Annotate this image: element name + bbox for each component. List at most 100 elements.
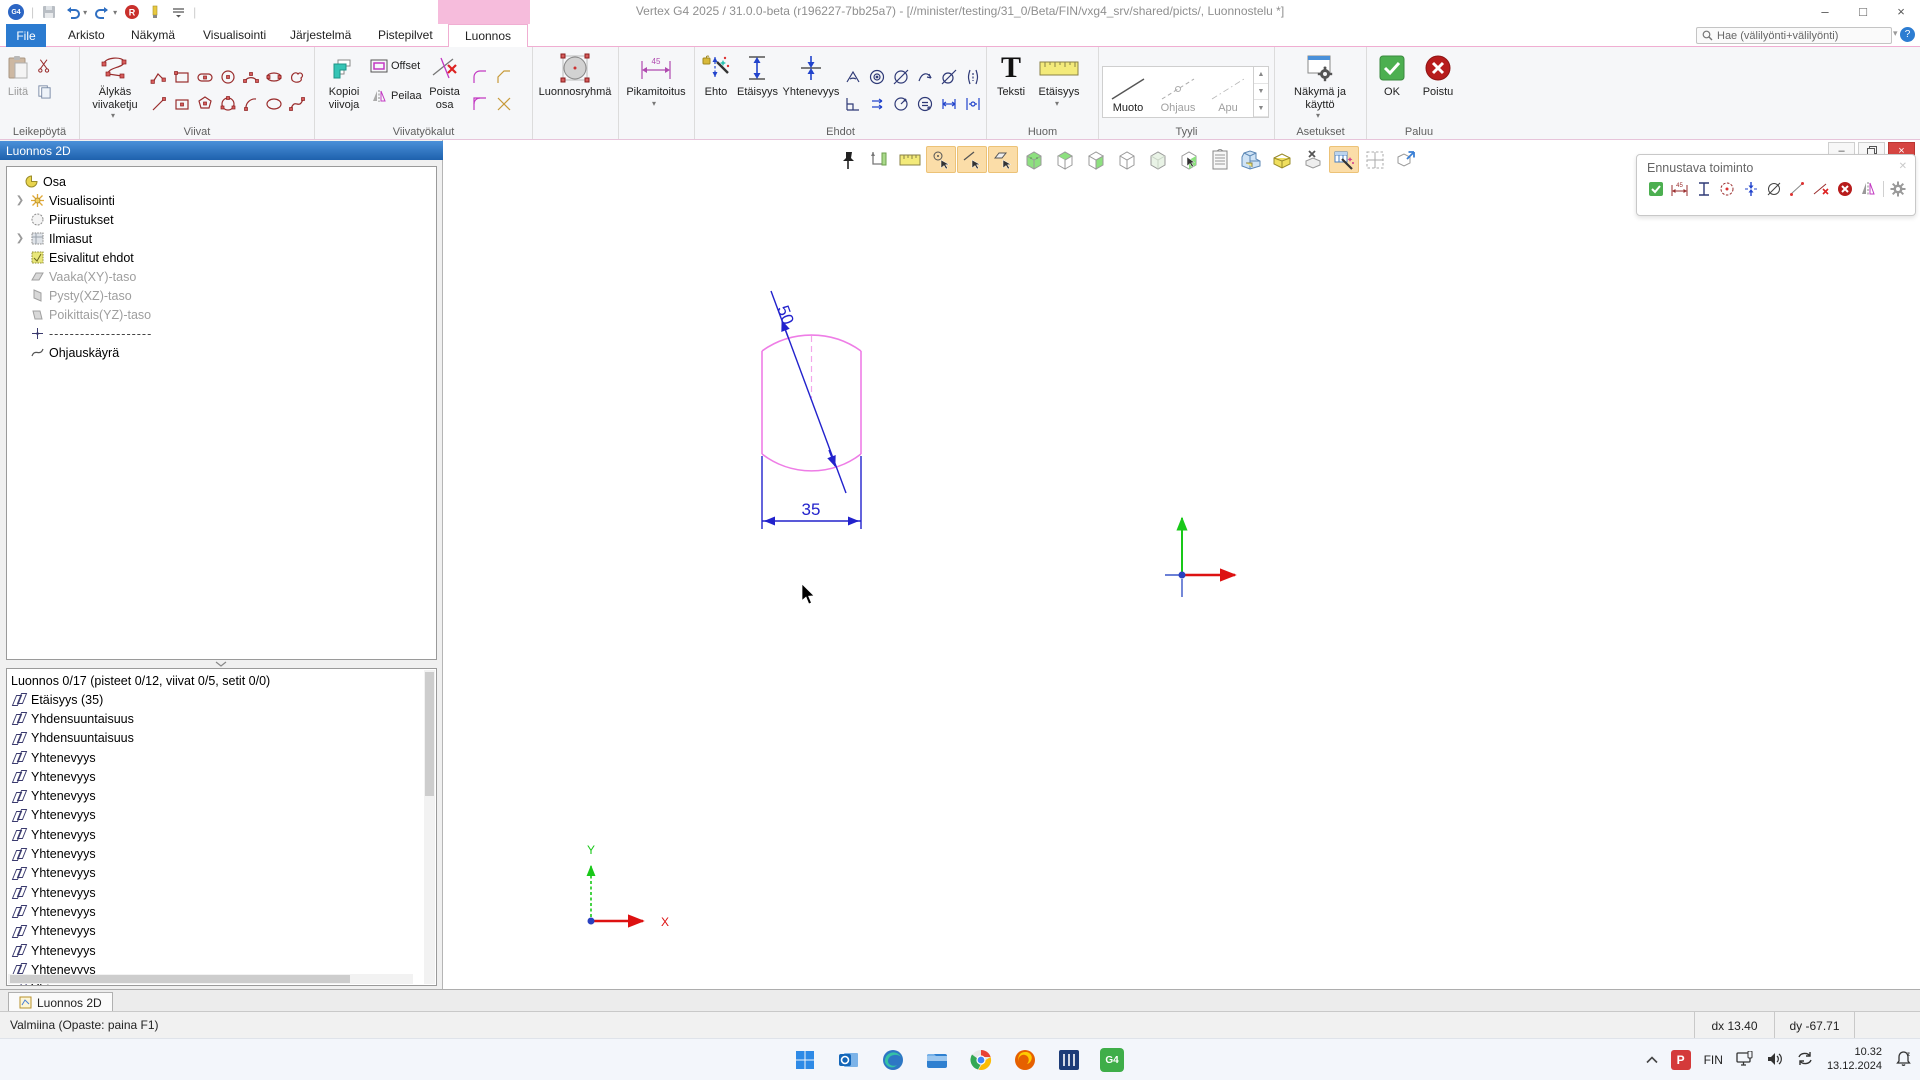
menu-jarjestelma[interactable]: Järjestelmä [290, 28, 351, 42]
view-side-button[interactable] [1081, 146, 1111, 173]
list-item[interactable]: Yhtenevyys [7, 941, 436, 960]
menu-pistepilvet[interactable]: Pistepilvet [378, 28, 433, 42]
corner-fillet-button[interactable] [468, 90, 492, 117]
split-button[interactable] [961, 63, 985, 90]
slot-button[interactable] [193, 63, 216, 90]
gallery-up-icon[interactable]: ▲ [1254, 67, 1268, 84]
maximize-button[interactable]: □ [1844, 0, 1882, 23]
sync-icon[interactable] [1796, 1051, 1814, 1069]
splitter-chevron-icon[interactable] [210, 660, 232, 668]
redo-icon[interactable] [94, 4, 110, 20]
close-button[interactable]: × [1882, 0, 1920, 23]
polygon-button[interactable] [193, 90, 216, 117]
list-scrollbar[interactable] [424, 670, 435, 984]
perpendicular-button[interactable] [841, 90, 865, 117]
horizontal-dim-button[interactable] [937, 90, 961, 117]
angle-dim-button[interactable] [889, 90, 913, 117]
vertical-dim-button[interactable] [1695, 179, 1712, 198]
tab-luonnos[interactable]: Luonnos [448, 24, 528, 47]
mirror-button[interactable]: Peilaa [370, 84, 422, 108]
tree-item-piirustukset[interactable]: Piirustukset [7, 210, 436, 229]
taskbar-explorer-button[interactable] [924, 1047, 950, 1073]
gallery-down-icon[interactable]: ▼ [1254, 84, 1268, 101]
undo-caret-icon[interactable]: ▾ [83, 8, 87, 17]
save-icon[interactable] [41, 4, 57, 20]
rectangle-button[interactable] [170, 63, 193, 90]
snap-center-button[interactable] [926, 146, 956, 173]
pin-button[interactable] [833, 146, 863, 173]
predictive-close-icon[interactable]: ✕ [1899, 161, 1907, 175]
ellipse-button[interactable] [262, 90, 285, 117]
list-item[interactable]: Yhtenevyys [7, 883, 436, 902]
polyline-button[interactable] [147, 63, 170, 90]
list-item[interactable]: Yhtenevyys [7, 864, 436, 883]
tangent-predict-button[interactable] [1765, 179, 1782, 198]
copy-button[interactable] [33, 80, 55, 102]
paste-button[interactable]: Liitä [3, 50, 33, 122]
concentric-predict-button[interactable] [1719, 179, 1736, 198]
tree-item-ilmiasut[interactable]: ❯Ilmiasut [7, 229, 436, 248]
taskbar-ide-button[interactable] [1056, 1047, 1082, 1073]
taskbar-g4-button[interactable]: G4 [1100, 1048, 1124, 1072]
gallery-expand-icon[interactable]: ▼ [1254, 100, 1268, 117]
cut-button[interactable] [33, 54, 55, 76]
trim-predict-button[interactable] [1812, 179, 1830, 198]
menu-visualisointi[interactable]: Visualisointi [203, 28, 266, 42]
snap-line-button[interactable] [957, 146, 987, 173]
language-indicator[interactable]: FIN [1704, 1053, 1723, 1067]
note-distance-button[interactable]: Etäisyys ▾ [1032, 50, 1086, 122]
list-item[interactable]: Yhtenevyys [7, 806, 436, 825]
taskbar-clock[interactable]: 10.32 13.12.2024 [1827, 1046, 1882, 1074]
concentric-button[interactable] [865, 63, 889, 90]
help-icon[interactable]: ? [1900, 27, 1915, 42]
freeform-button[interactable] [285, 63, 308, 90]
style-guide-tile[interactable]: Ohjaus [1153, 67, 1203, 117]
record-macro-icon[interactable]: R [124, 4, 140, 20]
offset-button[interactable]: Offset [370, 54, 422, 78]
condition-button[interactable]: Ehto [698, 50, 734, 122]
customize-toolbar-icon[interactable] [170, 4, 186, 20]
view-front-button[interactable] [1112, 146, 1142, 173]
search-chevron-icon[interactable]: ▾ [1893, 28, 1898, 39]
menu-nakyma[interactable]: Näkymä [131, 28, 175, 42]
sheet-list-button[interactable] [1205, 146, 1235, 173]
view-use-button[interactable]: Näkymä ja käyttö ▾ [1278, 50, 1362, 122]
tray-chevron-icon[interactable] [1646, 1053, 1658, 1067]
arc-center-button[interactable] [239, 90, 262, 117]
tangent-button[interactable] [889, 63, 913, 90]
symmetry-button[interactable] [1742, 179, 1759, 198]
line-predict-button[interactable] [1789, 179, 1806, 198]
quick-dim-button[interactable]: 45 Pikamitoitus ▾ [622, 50, 690, 122]
accept-button[interactable] [1647, 179, 1664, 198]
list-item[interactable]: Yhtenevyys [7, 767, 436, 786]
ok-button[interactable]: OK [1370, 50, 1414, 122]
tree-item-axis[interactable]: -------------------- [7, 324, 436, 343]
list-item[interactable]: Yhtenevyys [7, 922, 436, 941]
tray-p-icon[interactable]: P [1671, 1050, 1691, 1070]
list-item[interactable]: Yhdensuuntaisuus [7, 709, 436, 728]
ruler-button[interactable] [895, 146, 925, 173]
tree-item-vaaka-xy[interactable]: Vaaka(XY)-taso [7, 267, 436, 286]
distance-constraint-button[interactable]: Etäisyys [734, 50, 781, 122]
minimize-button[interactable]: – [1806, 0, 1844, 23]
list-item[interactable]: Yhtenevyys [7, 825, 436, 844]
list-item[interactable]: Yhtenevyys [7, 748, 436, 767]
snap-plane-button[interactable] [988, 146, 1018, 173]
tree-item-pysty-xz[interactable]: Pysty(XZ)-taso [7, 286, 436, 305]
tree-item-osa[interactable]: Osa [7, 172, 436, 191]
hide-constraint-button[interactable] [937, 63, 961, 90]
menu-arkisto[interactable]: Arkisto [68, 28, 105, 42]
mirror-predict-button[interactable] [1859, 179, 1876, 198]
tree-item-ohjauskayra[interactable]: Ohjauskäyrä [7, 343, 436, 362]
expand-chevron-icon[interactable]: ❯ [15, 195, 25, 206]
smart-chain-button[interactable]: Älykäs viivaketju ▾ [83, 50, 147, 122]
rect-center-button[interactable] [170, 90, 193, 117]
arc-slot-button[interactable] [262, 63, 285, 90]
highlighter-icon[interactable] [147, 4, 163, 20]
search-input[interactable]: Hae (välilyönti+välilyönti) [1696, 27, 1892, 44]
middle-constraint-button[interactable] [961, 90, 985, 117]
view-pick-button[interactable] [1174, 146, 1204, 173]
tree-item-esivalitut-ehdot[interactable]: Esivalitut ehdot [7, 248, 436, 267]
tree-item-visualisointi[interactable]: ❯Visualisointi [7, 191, 436, 210]
tab-luonnos-2d[interactable]: Luonnos 2D [8, 992, 113, 1012]
